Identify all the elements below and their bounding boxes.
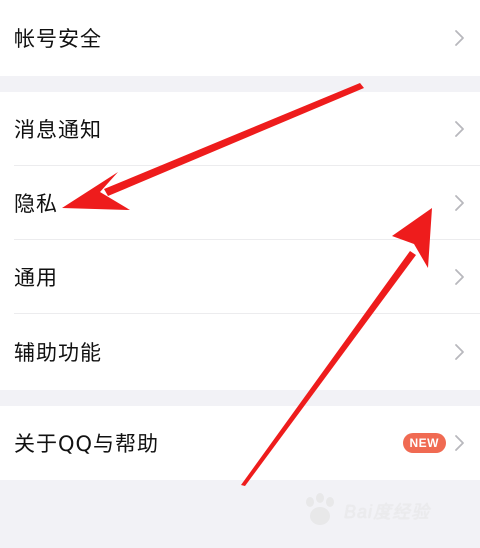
chevron-right-icon (455, 269, 464, 285)
chevron-right-icon (455, 195, 464, 211)
settings-row-label: 辅助功能 (14, 341, 102, 365)
settings-row-general[interactable]: 通用 (0, 240, 480, 314)
watermark-text: Bai度经验 (344, 502, 431, 522)
chevron-right-icon (455, 30, 464, 46)
settings-row-label: 隐私 (14, 192, 58, 216)
settings-row-privacy[interactable]: 隐私 (0, 166, 480, 240)
settings-group-main: 消息通知 隐私 通用 辅助功能 (0, 92, 480, 390)
chevron-right-icon (455, 435, 464, 451)
settings-row-accessibility[interactable]: 辅助功能 (0, 314, 480, 390)
settings-row-label: 通用 (14, 266, 58, 290)
chevron-right-icon (455, 121, 464, 137)
settings-row-notifications[interactable]: 消息通知 (0, 92, 480, 166)
new-badge: NEW (402, 433, 446, 453)
settings-row-about[interactable]: 关于QQ与帮助 NEW (0, 406, 480, 480)
baidu-paw-logo-icon (306, 493, 334, 525)
settings-row-label: 关于QQ与帮助 (14, 432, 160, 456)
settings-row-account-security[interactable]: 帐号安全 (0, 0, 480, 76)
settings-row-label: 消息通知 (14, 118, 102, 142)
watermark: Bai度经验 (300, 492, 450, 528)
settings-row-label: 帐号安全 (14, 27, 102, 51)
settings-group-account: 帐号安全 (0, 0, 480, 76)
settings-group-about: 关于QQ与帮助 NEW (0, 406, 480, 480)
chevron-right-icon (455, 344, 464, 360)
